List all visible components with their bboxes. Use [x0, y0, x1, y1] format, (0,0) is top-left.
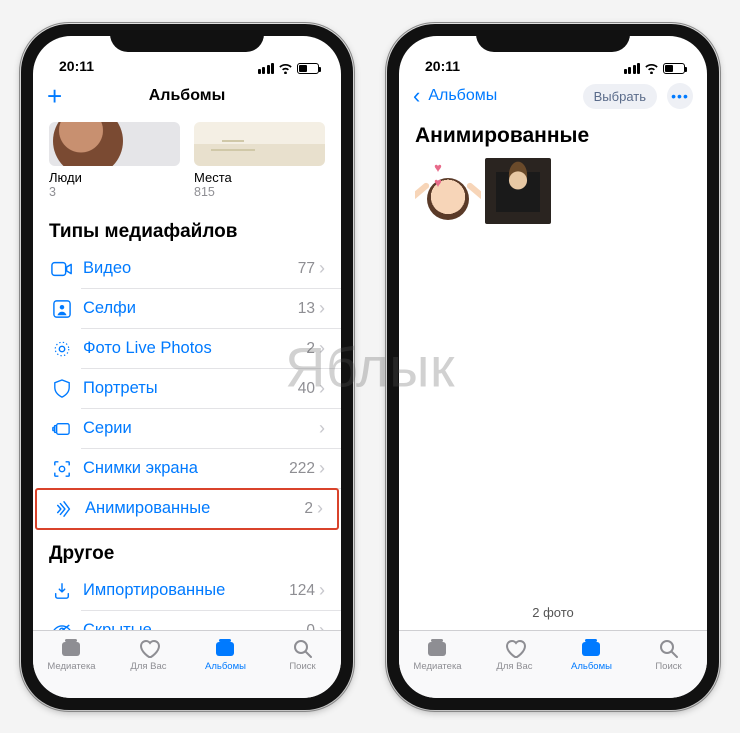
section-header-other: Другое: [33, 529, 341, 571]
row-count: 222: [289, 460, 315, 478]
back-label: Альбомы: [428, 87, 497, 105]
status-time: 20:11: [59, 58, 94, 74]
tab-label: Поиск: [289, 661, 315, 672]
hidden-icon: [49, 620, 75, 630]
notch: [476, 24, 630, 52]
chevron-right-icon: ›: [319, 458, 325, 479]
card-count: 3: [49, 185, 180, 199]
tab-search[interactable]: Поиск: [264, 631, 341, 698]
nav-bar: ‹ Альбомы Выбрать •••: [399, 76, 707, 118]
notch: [110, 24, 264, 52]
select-button[interactable]: Выбрать: [583, 84, 657, 109]
chevron-right-icon: ›: [319, 258, 325, 279]
row-portraits[interactable]: Портреты 40 ›: [33, 369, 341, 409]
row-selfies[interactable]: Селфи 13 ›: [33, 289, 341, 329]
photo-thumb[interactable]: [415, 158, 481, 224]
battery-icon: [297, 63, 319, 74]
chevron-right-icon: ›: [319, 338, 325, 359]
album-card-people[interactable]: Люди 3: [49, 122, 180, 199]
nav-title: Альбомы: [149, 87, 226, 105]
tab-bar: Медиатека Для Вас Альбомы Поиск: [399, 630, 707, 698]
row-label: Портреты: [83, 379, 298, 398]
row-label: Анимированные: [85, 499, 304, 518]
row-imported[interactable]: Импортированные 124 ›: [33, 571, 341, 611]
row-label: Видео: [83, 259, 298, 278]
battery-icon: [663, 63, 685, 74]
chevron-right-icon: ›: [319, 298, 325, 319]
row-label: Снимки экрана: [83, 459, 289, 478]
tab-search[interactable]: Поиск: [630, 631, 707, 698]
portrait-icon: [49, 378, 75, 400]
phone-left: 20:11 + Альбомы Люди 3 Места: [21, 24, 353, 710]
wifi-icon: [644, 63, 659, 74]
row-count: 40: [298, 380, 315, 398]
tab-library[interactable]: Медиатека: [399, 631, 476, 698]
row-count: 2: [306, 340, 315, 358]
album-card-places[interactable]: Места 815: [194, 122, 325, 199]
photo-count: 2 фото: [399, 605, 707, 630]
screenshot-icon: [49, 458, 75, 480]
album-title: Анимированные: [399, 118, 707, 158]
status-time: 20:11: [425, 58, 460, 74]
tab-for-you[interactable]: Для Вас: [476, 631, 553, 698]
row-count: 77: [298, 260, 315, 278]
tab-label: Альбомы: [205, 661, 246, 672]
selfie-icon: [49, 298, 75, 320]
row-label: Серии: [83, 419, 315, 438]
tab-label: Для Вас: [496, 661, 532, 672]
tab-albums[interactable]: Альбомы: [553, 631, 630, 698]
row-count: 2: [304, 500, 313, 518]
import-icon: [49, 580, 75, 602]
row-count: 0: [306, 622, 315, 630]
chevron-left-icon: ‹: [413, 83, 420, 109]
chevron-right-icon: ›: [319, 378, 325, 399]
card-count: 815: [194, 185, 325, 199]
signal-icon: [624, 63, 641, 74]
photo-thumb[interactable]: [485, 158, 551, 224]
row-label: Фото Live Photos: [83, 339, 306, 358]
add-button[interactable]: +: [47, 83, 62, 109]
chevron-right-icon: ›: [317, 498, 323, 519]
video-icon: [49, 258, 75, 280]
people-thumb: [49, 122, 180, 166]
tab-label: Медиатека: [47, 661, 95, 672]
row-animated[interactable]: Анимированные 2 ›: [35, 488, 339, 530]
card-title: Места: [194, 170, 325, 185]
tab-for-you[interactable]: Для Вас: [110, 631, 187, 698]
row-label: Импортированные: [83, 581, 289, 600]
tab-label: Поиск: [655, 661, 681, 672]
chevron-right-icon: ›: [319, 580, 325, 601]
section-header-media: Типы медиафайлов: [33, 207, 341, 249]
live-photos-icon: [49, 338, 75, 360]
tab-label: Для Вас: [130, 661, 166, 672]
more-button[interactable]: •••: [667, 83, 693, 109]
row-label: Скрытые: [83, 621, 306, 630]
tab-library[interactable]: Медиатека: [33, 631, 110, 698]
burst-icon: [49, 418, 75, 440]
tab-albums[interactable]: Альбомы: [187, 631, 264, 698]
back-button[interactable]: ‹ Альбомы: [413, 76, 497, 117]
row-count: 124: [289, 582, 315, 600]
tab-bar: Медиатека Для Вас Альбомы Поиск: [33, 630, 341, 698]
row-bursts[interactable]: Серии ›: [33, 409, 341, 449]
phone-right: 20:11 ‹ Альбомы Выбрать ••• Анимированны…: [387, 24, 719, 710]
row-hidden[interactable]: Скрытые 0 ›: [33, 611, 341, 630]
tab-label: Альбомы: [571, 661, 612, 672]
signal-icon: [258, 63, 275, 74]
row-screenshots[interactable]: Снимки экрана 222 ›: [33, 449, 341, 489]
tab-label: Медиатека: [413, 661, 461, 672]
animated-icon: [51, 498, 77, 520]
row-count: 13: [298, 300, 315, 318]
chevron-right-icon: ›: [319, 418, 325, 439]
chevron-right-icon: ›: [319, 620, 325, 630]
wifi-icon: [278, 63, 293, 74]
nav-bar: + Альбомы: [33, 76, 341, 118]
row-live-photos[interactable]: Фото Live Photos 2 ›: [33, 329, 341, 369]
row-videos[interactable]: Видео 77 ›: [33, 249, 341, 289]
card-title: Люди: [49, 170, 180, 185]
places-thumb: [194, 122, 325, 166]
row-label: Селфи: [83, 299, 298, 318]
